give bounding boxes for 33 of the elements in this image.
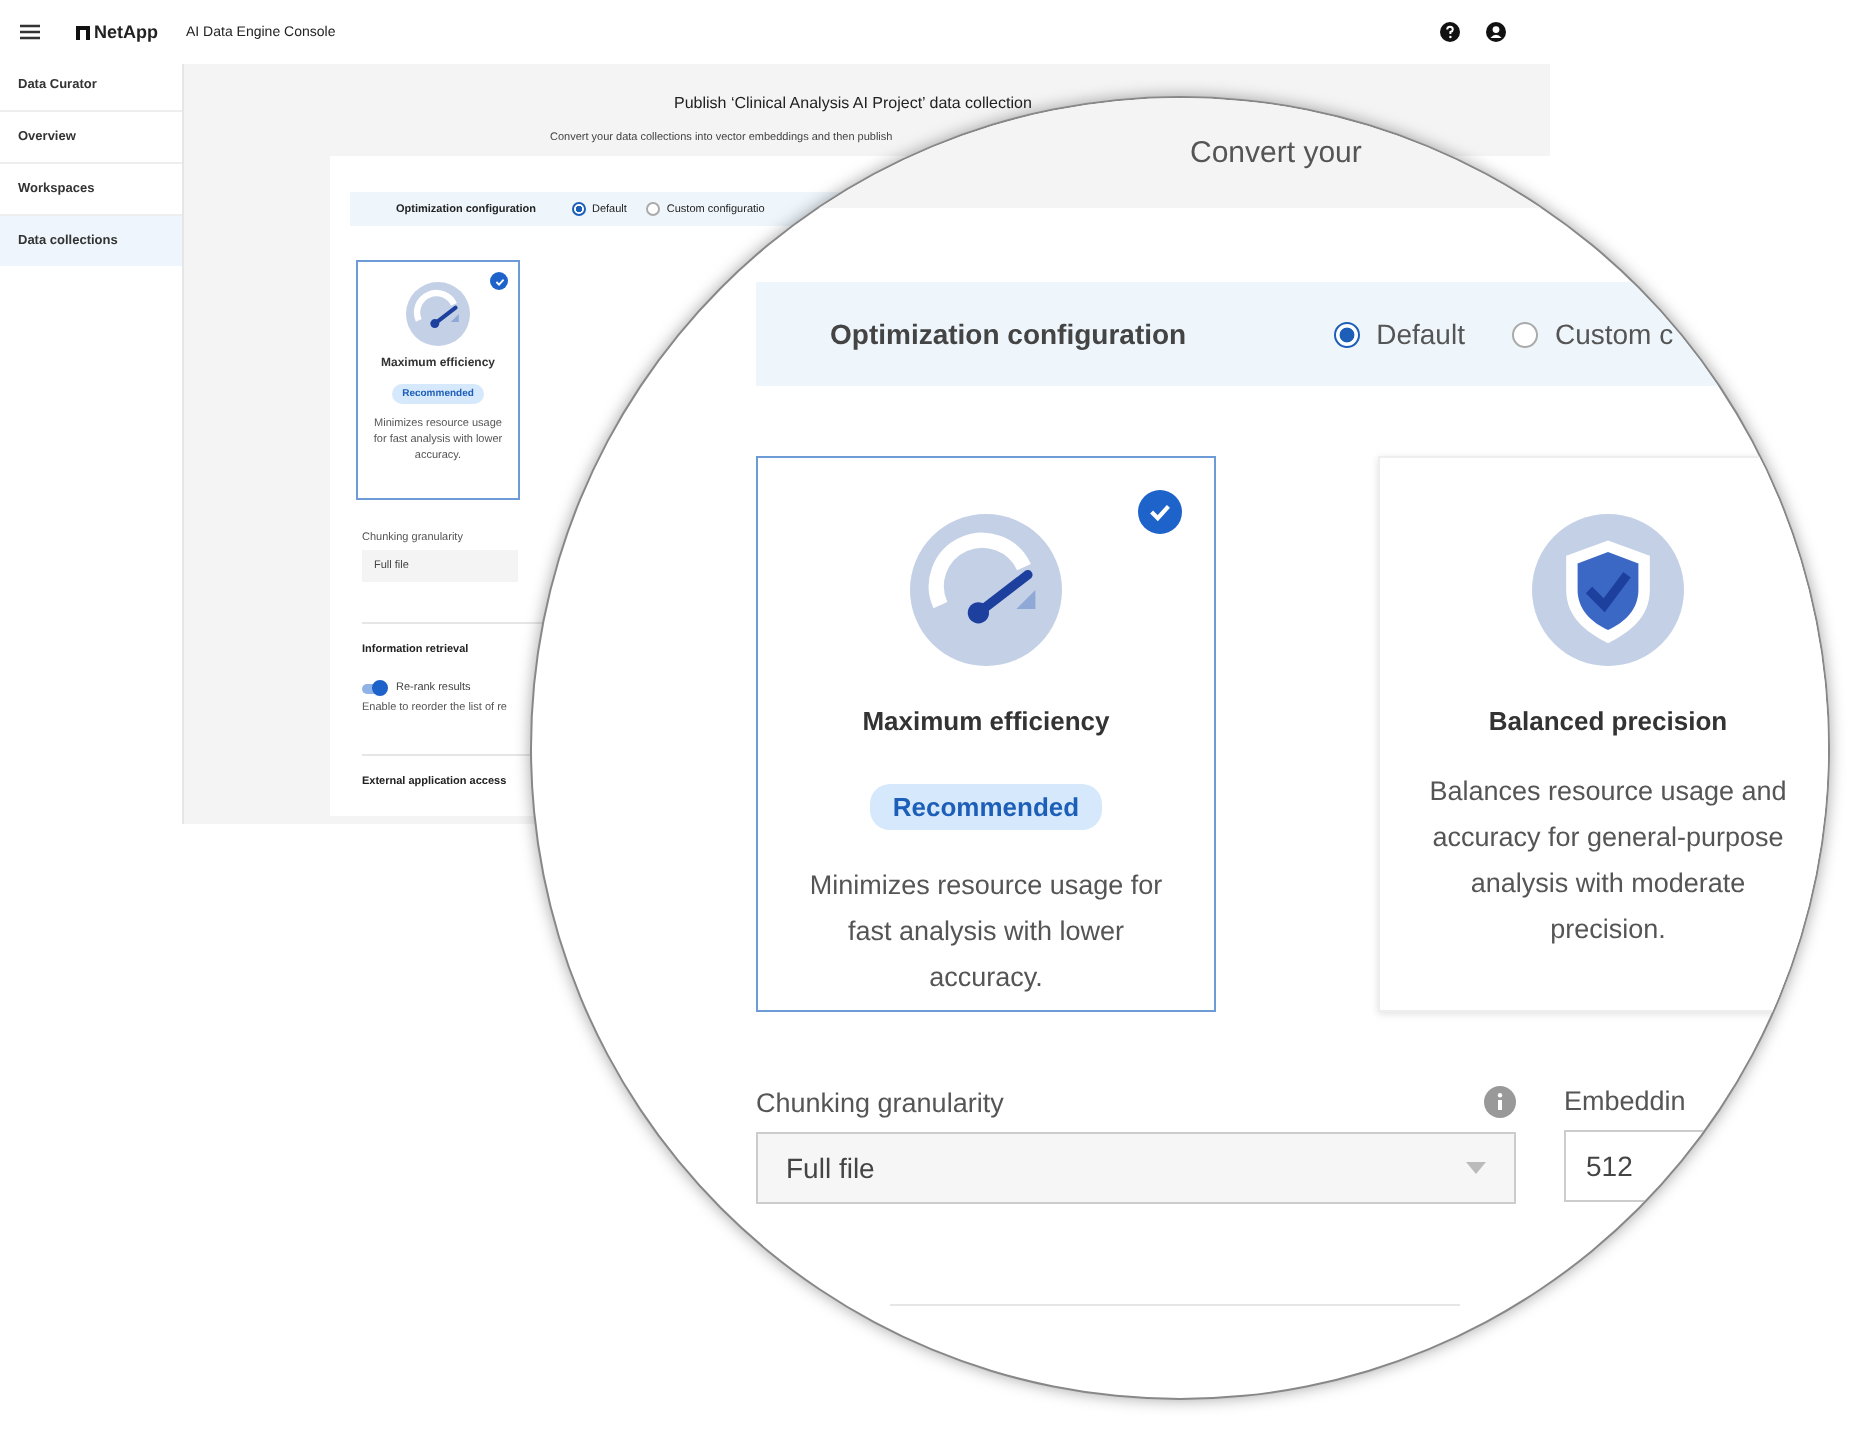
chunking-select[interactable]: Full file bbox=[756, 1132, 1516, 1204]
toggle-switch[interactable] bbox=[362, 683, 386, 693]
recommended-badge: Recommended bbox=[870, 784, 1102, 830]
field-label: Embeddin bbox=[1564, 1086, 1688, 1116]
radio-label: Default bbox=[1376, 318, 1465, 350]
logo-icon bbox=[76, 25, 90, 39]
shield-check-icon bbox=[1532, 514, 1684, 666]
check-icon bbox=[490, 272, 508, 290]
info-icon[interactable] bbox=[1484, 1086, 1516, 1118]
caret-icon bbox=[1466, 1162, 1486, 1174]
radio-button[interactable] bbox=[1512, 321, 1539, 347]
gauge-icon bbox=[910, 514, 1062, 666]
brand-name: NetApp bbox=[94, 22, 158, 42]
card-description: Minimizes resource usage for fast analysis with lower accuracy. bbox=[807, 868, 1165, 996]
gauge-icon bbox=[406, 282, 470, 346]
help-icon[interactable] bbox=[1440, 22, 1460, 42]
optimization-label: Optimization configuration bbox=[830, 318, 1187, 350]
select-value: Full file bbox=[786, 1152, 875, 1184]
radio-button[interactable] bbox=[646, 202, 661, 216]
radio-button[interactable] bbox=[1334, 321, 1361, 347]
radio-label: Custom c bbox=[1554, 318, 1674, 350]
check-icon bbox=[1138, 490, 1182, 534]
option-card[interactable]: Balanced precision Balances resource usage and accuracy for general-purpose analysis with moderate precision. bbox=[1378, 456, 1828, 1012]
user-icon[interactable] bbox=[1486, 22, 1506, 42]
card-title: Balanced precision bbox=[1488, 706, 1728, 736]
radio-button[interactable] bbox=[571, 202, 586, 216]
card-title: Maximum efficiency bbox=[862, 706, 1110, 736]
card-description: Balances resource usage and accuracy for general-purpose analysis with moderate precision. bbox=[1428, 774, 1788, 948]
menu-icon[interactable] bbox=[20, 24, 40, 40]
section-heading: Convert your bbox=[1190, 136, 1362, 170]
option-card[interactable]: Maximum efficiency Recommended Minimizes resource usage for fast analysis with lower accuracy. bbox=[756, 456, 1216, 1012]
page-title: Publish ‘Clinical Analysis AI Project’ data collection bbox=[674, 94, 1034, 114]
field-label: Chunking granularity bbox=[756, 1087, 1004, 1117]
